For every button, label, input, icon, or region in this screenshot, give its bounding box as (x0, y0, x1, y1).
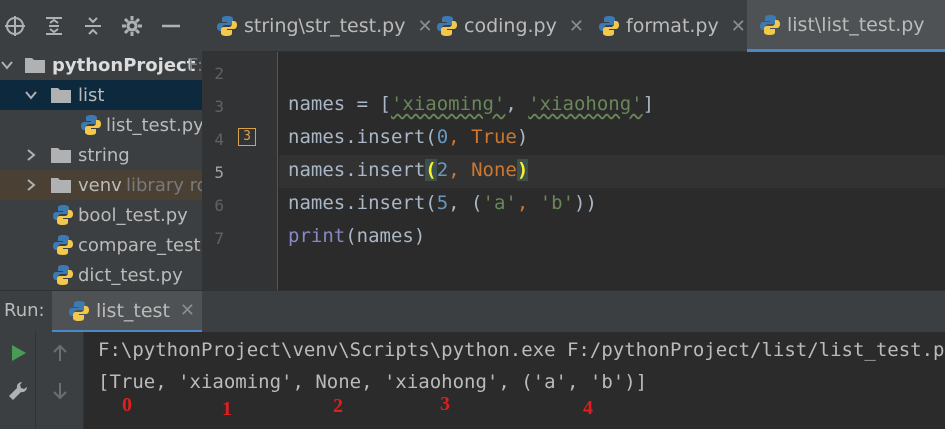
chevron-right-icon[interactable] (24, 148, 38, 162)
code-editor[interactable]: 2 3 4 5 6 7 3 names = ['xiaoming', 'xiao… (202, 52, 945, 290)
index-annotation-4: 4 (583, 397, 593, 419)
tree-item-dict-test-py[interactable]: dict_test.py (0, 260, 202, 290)
run-tab-label: list_test (96, 299, 170, 322)
python-file-icon (217, 16, 237, 36)
expand-all-icon[interactable] (41, 13, 67, 39)
run-toolbar-right (36, 332, 84, 429)
arrow-down-icon[interactable] (49, 380, 71, 402)
gear-icon[interactable] (119, 13, 145, 39)
tab-label: string\str_test.py (244, 15, 406, 37)
folder-icon (25, 58, 45, 73)
code-line-4: names.insert(0, True) (288, 126, 529, 148)
chevron-down-icon[interactable] (0, 58, 14, 72)
console-output-line: [True, 'xiaoming', None, 'xiaohong', ('a… (98, 371, 648, 393)
parameter-hint-badge[interactable]: 3 (238, 128, 256, 146)
index-annotation-2: 2 (333, 395, 343, 417)
close-icon[interactable]: ✕ (569, 16, 584, 37)
tree-item-suffix: library ro (126, 174, 202, 196)
tab-list-test[interactable]: list\list_test.py (747, 0, 945, 52)
tree-item-label: bool_test.py (78, 204, 188, 226)
tree-item-bool-test-py[interactable]: bool_test.py (0, 200, 202, 230)
code-line-3: names = ['xiaoming', 'xiaohong'] (288, 93, 655, 115)
line-number: 4 (214, 130, 224, 149)
folder-icon (51, 88, 71, 103)
tree-item-label: compare_test.p (78, 234, 202, 256)
tab-format[interactable]: format.py ✕ (598, 0, 746, 52)
tree-item-label: venv (78, 174, 122, 196)
python-file-icon (81, 115, 101, 135)
tree-item-label: list (78, 84, 105, 106)
brace-match-open: ( (425, 159, 437, 181)
tab-coding[interactable]: coding.py ✕ (436, 0, 584, 52)
run-panel-body: F:\pythonProject\venv\Scripts\python.exe… (0, 332, 945, 429)
close-icon[interactable]: ✕ (417, 16, 432, 37)
run-toolbar-left (0, 332, 36, 429)
python-file-icon (53, 205, 73, 225)
line-number: 7 (214, 229, 224, 248)
line-number: 3 (214, 97, 224, 116)
console-command-line: F:\pythonProject\venv\Scripts\python.exe… (98, 339, 945, 361)
tree-item-list[interactable]: list (0, 80, 202, 110)
python-file-icon (760, 14, 780, 35)
collapse-all-icon[interactable] (80, 13, 106, 39)
tree-item-string[interactable]: string (0, 140, 202, 170)
tree-item-venv[interactable]: venv library ro (0, 170, 202, 200)
editor-gutter: 2 3 4 5 6 7 3 (202, 52, 278, 290)
minimize-icon[interactable] (158, 13, 184, 39)
folder-icon (51, 148, 71, 163)
folder-icon (51, 178, 71, 193)
index-annotation-0: 0 (122, 394, 132, 416)
tree-item-compare-test-py[interactable]: compare_test.p (0, 230, 202, 260)
run-panel-header: Run: list_test ✕ (0, 290, 945, 333)
tree-item-suffix: F: (188, 54, 202, 76)
brace-match-close: ) (516, 159, 529, 181)
close-icon[interactable]: ✕ (731, 16, 746, 37)
line-number-current: 5 (214, 163, 224, 182)
arrow-up-icon[interactable] (49, 342, 71, 364)
wrench-icon[interactable] (7, 380, 29, 402)
editor-tab-bar: string\str_test.py ✕ coding.py ✕ format.… (202, 0, 945, 52)
tree-item-label: dict_test.py (78, 264, 183, 286)
close-icon[interactable]: ✕ (180, 300, 195, 321)
project-toolbar (0, 0, 202, 52)
chevron-down-icon[interactable] (24, 88, 38, 102)
python-file-icon (437, 16, 457, 36)
run-title: Run: (4, 300, 45, 321)
line-number: 6 (214, 196, 224, 215)
tree-item-label: string (78, 144, 130, 166)
line-number: 2 (214, 64, 224, 83)
tab-label: list\list_test.py (787, 13, 925, 36)
project-panel: pythonProject F: list list_test.py strin… (0, 0, 202, 290)
python-file-icon (599, 16, 619, 36)
tab-run-list-test[interactable]: list_test ✕ (52, 291, 202, 333)
index-annotation-3: 3 (440, 393, 450, 415)
tree-item-label: pythonProject (52, 54, 196, 76)
code-line-7: print(names) (288, 225, 426, 247)
chevron-right-icon[interactable] (24, 178, 38, 192)
python-file-icon (53, 265, 73, 285)
tab-label: coding.py (464, 15, 557, 37)
locate-icon[interactable] (2, 13, 28, 39)
tree-item-list-test-py[interactable]: list_test.py (0, 110, 202, 140)
tab-label: format.py (626, 15, 719, 37)
code-line-6: names.insert(5, ('a', 'b')) (288, 192, 597, 214)
python-file-icon (53, 235, 73, 255)
tab-str-test[interactable]: string\str_test.py ✕ (216, 0, 433, 52)
code-line-5: names.insert(2, None) (288, 159, 529, 181)
python-file-icon (69, 300, 89, 321)
project-tree: pythonProject F: list list_test.py strin… (0, 50, 202, 290)
index-annotation-1: 1 (222, 398, 232, 420)
run-icon[interactable] (7, 342, 29, 364)
tree-item-pythonproject[interactable]: pythonProject F: (0, 50, 202, 80)
tree-item-label: list_test.py (106, 114, 202, 136)
